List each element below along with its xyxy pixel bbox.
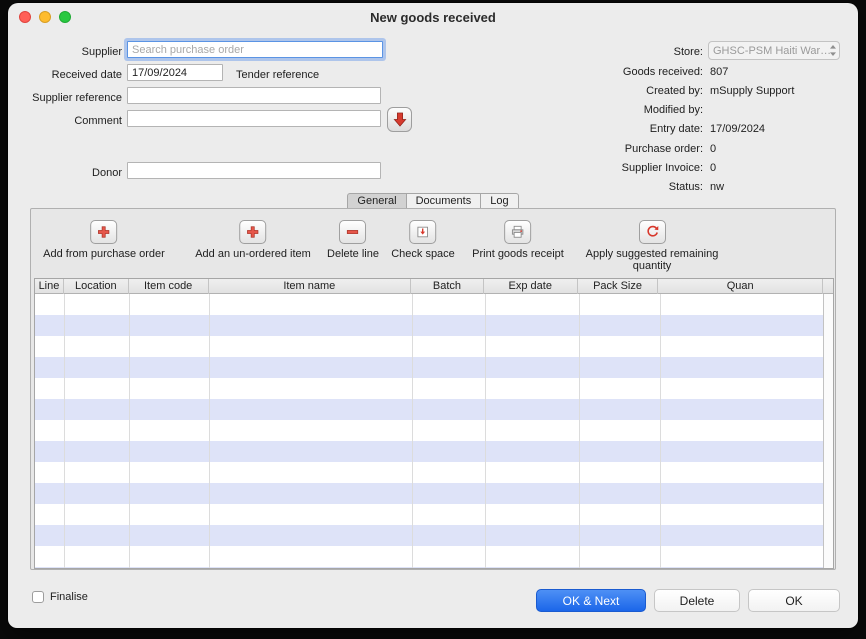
column-header-pack-size[interactable]: Pack Size <box>578 279 659 294</box>
table-header-row: Line Location Item code Item name Batch … <box>35 279 833 294</box>
general-tab-panel: Add from purchase order Add an un-ordere… <box>30 208 836 570</box>
finalise-label: Finalise <box>50 591 88 603</box>
info-row: Modified by: <box>8 104 858 118</box>
info-row: Goods received: 807 <box>8 66 858 80</box>
window-title: New goods received <box>8 10 858 25</box>
table-body-empty-rows[interactable] <box>35 294 833 568</box>
delete-line-button[interactable]: Delete line <box>327 220 379 260</box>
check-space-button[interactable]: Check space <box>391 220 455 260</box>
created-by-label: Created by: <box>646 85 703 97</box>
status-value: nw <box>710 181 724 193</box>
column-header-exp-date[interactable]: Exp date <box>484 279 578 294</box>
popup-stepper-icon <box>829 44 837 60</box>
tab-log[interactable]: Log <box>480 193 518 209</box>
ok-button[interactable]: OK <box>748 589 840 612</box>
title-bar[interactable]: New goods received <box>8 3 858 31</box>
goods-received-lines-table: Line Location Item code Item name Batch … <box>34 278 834 569</box>
status-label: Status: <box>669 181 703 193</box>
column-header-item-code[interactable]: Item code <box>129 279 209 294</box>
print-goods-receipt-button[interactable]: Print goods receipt <box>472 220 564 260</box>
purchase-order-value: 0 <box>710 143 716 155</box>
table-scrollbar[interactable] <box>823 294 833 568</box>
ok-and-next-button[interactable]: OK & Next <box>536 589 646 612</box>
supplier-invoice-label: Supplier Invoice: <box>622 162 703 174</box>
column-header-batch[interactable]: Batch <box>411 279 484 294</box>
created-by-value: mSupply Support <box>710 85 794 97</box>
minus-icon <box>339 220 366 244</box>
entry-date-label: Entry date: <box>650 123 703 135</box>
store-value: GHSC-PSM Haiti War… <box>713 45 831 57</box>
tab-documents[interactable]: Documents <box>406 193 482 209</box>
add-icon <box>90 220 117 244</box>
delete-button[interactable]: Delete <box>654 589 740 612</box>
check-space-icon <box>410 220 437 244</box>
info-row: Created by: mSupply Support <box>8 85 858 99</box>
store-select[interactable]: GHSC-PSM Haiti War… <box>708 41 840 60</box>
add-from-purchase-order-button[interactable]: Add from purchase order <box>43 220 165 260</box>
tab-general[interactable]: General <box>347 193 406 209</box>
info-row: Purchase order: 0 <box>8 143 858 157</box>
goods-received-value: 807 <box>710 66 728 78</box>
screenshot-stage: New goods received Supplier Received dat… <box>0 0 866 639</box>
store-label: Store: <box>674 46 703 58</box>
add-icon <box>239 220 266 244</box>
goods-received-label: Goods received: <box>623 66 703 78</box>
column-header-item-name[interactable]: Item name <box>209 279 411 294</box>
column-header-filler <box>823 279 833 294</box>
column-header-line[interactable]: Line <box>35 279 64 294</box>
info-row: Entry date: 17/09/2024 <box>8 123 858 137</box>
entry-date-value: 17/09/2024 <box>710 123 765 135</box>
column-header-location[interactable]: Location <box>64 279 129 294</box>
finalise-checkbox[interactable] <box>32 591 44 603</box>
add-unordered-item-button[interactable]: Add an un-ordered item <box>195 220 311 260</box>
apply-quantity-icon <box>639 220 666 244</box>
info-row: Supplier Invoice: 0 <box>8 162 858 176</box>
printer-icon <box>505 220 532 244</box>
supplier-invoice-value: 0 <box>710 162 716 174</box>
purchase-order-label: Purchase order: <box>625 143 703 155</box>
goods-received-window: New goods received Supplier Received dat… <box>8 3 858 628</box>
apply-suggested-quantity-button[interactable]: Apply suggested remaining quantity <box>577 220 727 272</box>
tab-bar: General Documents Log <box>8 193 858 209</box>
column-header-quan[interactable]: Quan <box>658 279 823 294</box>
modified-by-label: Modified by: <box>644 104 703 116</box>
